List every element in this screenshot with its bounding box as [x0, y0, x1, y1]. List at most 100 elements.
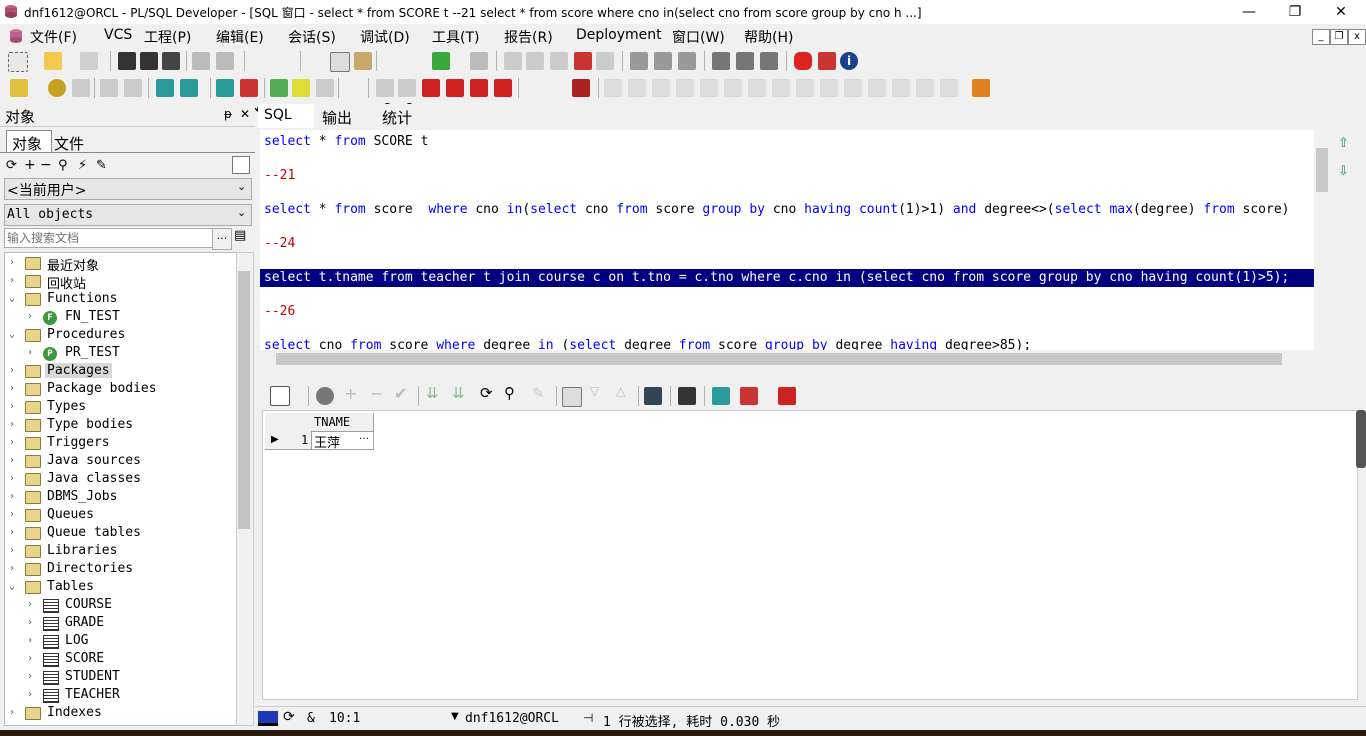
tree-item[interactable]: › P PR_TEST — [5, 345, 237, 363]
menu-item-9[interactable]: 窗口(W) — [672, 27, 725, 47]
lock-icon[interactable] — [972, 79, 990, 97]
expand-icon[interactable]: › — [9, 419, 15, 430]
commit-icon[interactable] — [292, 79, 310, 97]
close-button[interactable]: ✕ — [1326, 2, 1356, 22]
collapse-icon[interactable]: ⌄ — [9, 293, 15, 304]
tree-item[interactable]: › Indexes — [5, 705, 237, 723]
mdi-restore-button[interactable]: ❐ — [1330, 29, 1348, 45]
tree-item[interactable]: › COURSE — [5, 597, 237, 615]
open-icon[interactable] — [44, 52, 62, 70]
expand-icon[interactable]: › — [9, 527, 15, 538]
tab-files[interactable]: 文件 — [52, 131, 92, 153]
commit-disabled-icon[interactable] — [100, 79, 118, 97]
arrow-up-icon[interactable]: ⇧ — [1338, 136, 1349, 151]
window-list-icon[interactable] — [630, 52, 648, 70]
editor-hscrollbar[interactable] — [260, 350, 1314, 368]
tree-item[interactable]: › Libraries — [5, 543, 237, 561]
menu-item-0[interactable]: 文件(F) — [30, 27, 77, 47]
new-icon[interactable] — [8, 52, 28, 72]
tree-item[interactable]: ⌄ Functions — [5, 291, 237, 309]
unindent-icon[interactable] — [526, 52, 544, 70]
stop-icon[interactable] — [572, 79, 590, 97]
sql-icon[interactable] — [156, 79, 174, 97]
tree-scroll-thumb[interactable] — [238, 271, 250, 529]
mdi-close-button[interactable]: x — [1348, 29, 1366, 45]
export-icon[interactable] — [712, 387, 730, 405]
tile-horizontal-icon[interactable] — [736, 52, 754, 70]
expand-icon[interactable]: › — [9, 563, 15, 574]
collapse-icon[interactable]: ⌄ — [9, 329, 15, 340]
editor-hscroll-thumb[interactable] — [276, 353, 1282, 365]
rollback-icon[interactable] — [316, 79, 334, 97]
restore-button[interactable]: ❐ — [1280, 2, 1310, 22]
print-preview-icon[interactable] — [216, 52, 234, 70]
tree-item[interactable]: ⌄ Tables — [5, 579, 237, 597]
connect-icon[interactable] — [180, 79, 198, 97]
tree-item[interactable]: › LOG — [5, 633, 237, 651]
expand-icon[interactable]: › — [9, 401, 15, 412]
query-by-example-icon[interactable]: ⚲ — [504, 384, 515, 402]
filter-edit-icon[interactable]: ✎ — [96, 158, 107, 173]
tab-output[interactable]: 输出 — [320, 104, 376, 128]
add-row-icon[interactable]: + — [344, 384, 357, 403]
editor-vscroll-thumb[interactable] — [1316, 148, 1328, 192]
menu-item-6[interactable]: 工具(T) — [432, 27, 479, 47]
tree-item[interactable]: › Package bodies — [5, 381, 237, 399]
expand-icon[interactable]: › — [9, 545, 15, 556]
back-icon[interactable] — [432, 52, 450, 70]
tree-item[interactable]: › 回收站 — [5, 273, 237, 292]
print-icon[interactable] — [192, 52, 210, 70]
save-results-icon[interactable] — [678, 387, 696, 405]
uncomment-icon[interactable] — [574, 52, 592, 70]
record-2-icon[interactable] — [446, 79, 464, 97]
remove-icon[interactable]: − — [40, 157, 52, 173]
expand-icon[interactable]: › — [27, 671, 33, 682]
search-input[interactable] — [4, 228, 216, 248]
sql-editor[interactable]: select * from SCORE t --21 select * from s… — [260, 130, 1314, 350]
tree-item[interactable]: › Java sources — [5, 453, 237, 471]
forward-icon[interactable] — [470, 52, 488, 70]
post-icon[interactable]: ✔ — [394, 384, 407, 403]
tree-scrollbar[interactable] — [236, 252, 254, 726]
expand-icon[interactable]: › — [9, 383, 15, 394]
sort-desc-icon[interactable]: ▽ — [590, 384, 599, 398]
rollback-disabled-icon[interactable] — [124, 79, 142, 97]
search-more-button[interactable]: ... — [212, 228, 232, 250]
user-select[interactable]: <当前用户> ⌄ — [4, 178, 252, 200]
fetch-last-icon[interactable]: ⇊ — [452, 384, 465, 402]
right-edge-grip[interactable] — [1356, 410, 1366, 468]
tree-item[interactable]: › SCORE — [5, 651, 237, 669]
cascade-icon[interactable] — [712, 52, 730, 70]
record-4-icon[interactable] — [494, 79, 512, 97]
menu-item-1[interactable]: VCS — [104, 27, 132, 43]
filter-select[interactable]: All objects ⌄ — [4, 204, 252, 226]
tree-item[interactable]: › Java classes — [5, 471, 237, 489]
tree-item[interactable]: › Queues — [5, 507, 237, 525]
cell-more-button[interactable]: … — [359, 431, 369, 442]
fetch-next-icon[interactable]: ⇊ — [426, 384, 439, 402]
tree-item[interactable]: › STUDENT — [5, 669, 237, 687]
menu-item-8[interactable]: Deployment — [576, 27, 662, 43]
eraser-icon[interactable] — [398, 79, 416, 97]
filter-icon[interactable]: ⚡ — [78, 158, 87, 173]
row-header[interactable]: ▶ 1 — [265, 431, 312, 450]
format-icon[interactable] — [596, 52, 614, 70]
connection-name[interactable]: dnf1612@ORCL — [465, 711, 559, 726]
tree-item[interactable]: › Types — [5, 399, 237, 417]
expand-icon[interactable]: › — [9, 437, 15, 448]
debug-icon[interactable] — [72, 79, 90, 97]
expand-icon[interactable]: › — [9, 275, 15, 286]
tree-item[interactable]: › F FN_TEST — [5, 309, 237, 327]
tree-item[interactable]: › Directories — [5, 561, 237, 579]
expand-icon[interactable]: › — [9, 509, 15, 520]
add-icon[interactable]: + — [24, 157, 36, 173]
pin-icon[interactable]: ᵽ — [224, 107, 232, 121]
grid-icon[interactable] — [270, 386, 290, 406]
tab-statistics[interactable]: 统计 — [380, 104, 436, 128]
expand-icon[interactable]: › — [27, 599, 33, 610]
expand-icon[interactable]: › — [9, 707, 15, 718]
tree-item[interactable]: › TEACHER — [5, 687, 237, 705]
record-icon[interactable] — [422, 79, 440, 97]
comment-icon[interactable] — [550, 52, 568, 70]
tree-item[interactable]: › Type bodies — [5, 417, 237, 435]
